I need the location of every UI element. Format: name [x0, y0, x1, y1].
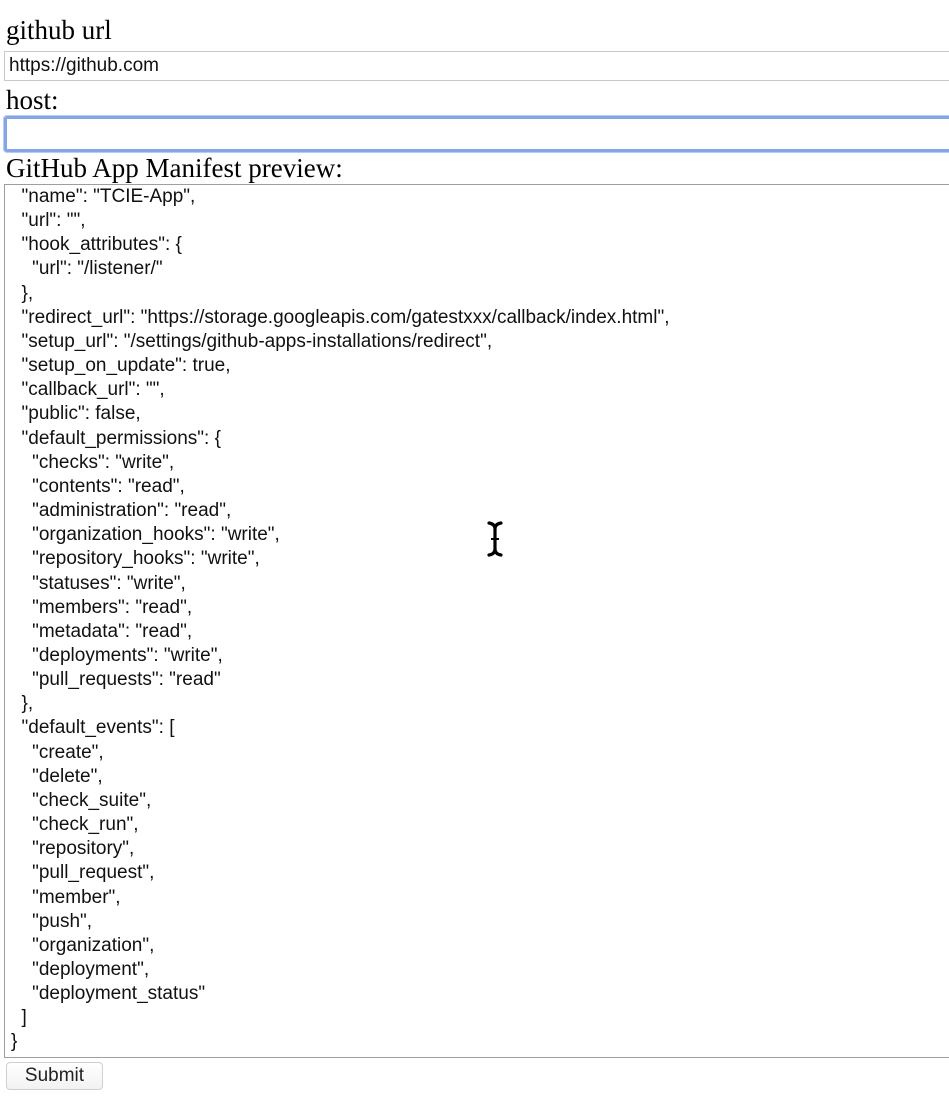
- manifest-preview-label: GitHub App Manifest preview:: [6, 153, 343, 183]
- github-url-label: github url: [6, 15, 112, 45]
- manifest-json-text: "name": "TCIE-App", "url": "", "hook_att…: [11, 186, 670, 1053]
- host-label: host:: [6, 85, 59, 115]
- github-url-input[interactable]: [4, 51, 949, 81]
- manifest-preview-textarea[interactable]: "name": "TCIE-App", "url": "", "hook_att…: [4, 184, 949, 1058]
- host-input[interactable]: [4, 116, 949, 152]
- submit-button[interactable]: Submit: [6, 1062, 103, 1090]
- text-cursor-icon: [487, 521, 503, 557]
